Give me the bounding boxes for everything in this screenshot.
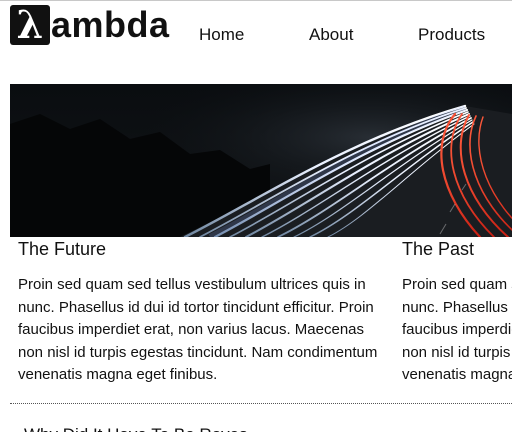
site-logo[interactable]: λ ambda — [10, 5, 170, 45]
hero-image — [10, 84, 512, 237]
card-body: Proin sed quam sed tellus vestibulum ult… — [18, 276, 378, 383]
card-body-text: Proin sed quam sed tellus vestibulum ult… — [402, 276, 512, 383]
nav-link-home[interactable]: Home — [199, 24, 244, 46]
lambda-logo-icon: λ — [10, 5, 50, 45]
logo-text: ambda — [51, 4, 170, 45]
section-divider — [10, 403, 512, 404]
nav-link-about[interactable]: About — [309, 24, 353, 46]
highway-light-trails-image — [10, 84, 512, 237]
section-title: Why Did It Have To Be Roves — [24, 424, 248, 432]
nav-link-products[interactable]: Products — [418, 24, 485, 46]
site-header: λ ambda Home About Products — [0, 0, 512, 70]
card-title: The Past — [402, 239, 475, 259]
card-title: The Future — [18, 239, 107, 259]
card-body: Proin sed quam sed tellus vestibulum ult… — [402, 274, 512, 387]
